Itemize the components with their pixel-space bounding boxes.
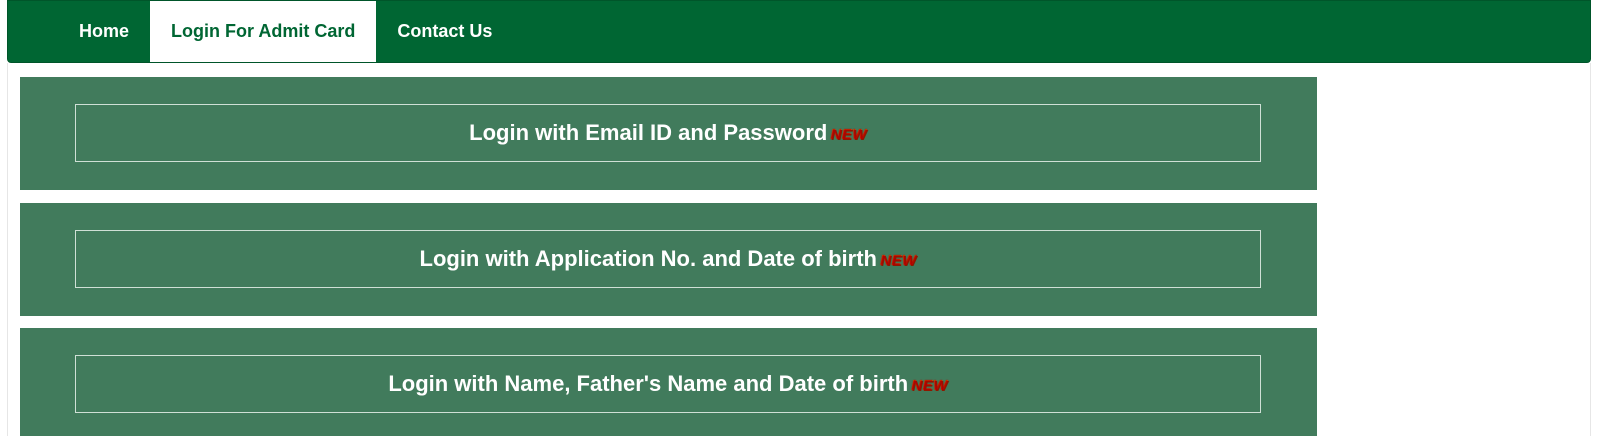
login-application-dob-button[interactable]: Login with Application No. and Date of b… (75, 230, 1261, 288)
login-name-father-dob-button[interactable]: Login with Name, Father's Name and Date … (75, 355, 1261, 413)
login-option-label: Login with Email ID and Password (469, 120, 828, 145)
login-email-password-button[interactable]: Login with Email ID and Password NEW (75, 104, 1261, 162)
login-option-panel-email: Login with Email ID and Password NEW (20, 77, 1317, 190)
new-badge-icon: NEW (879, 251, 917, 269)
new-badge-icon: NEW (830, 125, 867, 143)
page: Home Login For Admit Card Contact Us Log… (0, 0, 1600, 436)
nav-contact-us[interactable]: Contact Us (376, 1, 513, 62)
new-badge-icon: NEW (911, 376, 948, 394)
nav-home[interactable]: Home (58, 1, 150, 62)
login-option-label: Login with Name, Father's Name and Date … (388, 371, 909, 396)
login-option-panel-name: Login with Name, Father's Name and Date … (20, 328, 1317, 436)
login-option-panel-application: Login with Application No. and Date of b… (20, 203, 1317, 316)
top-navbar: Home Login For Admit Card Contact Us (7, 0, 1591, 63)
nav-login-for-admit-card[interactable]: Login For Admit Card (150, 1, 377, 62)
login-option-label: Login with Application No. and Date of b… (419, 246, 877, 271)
